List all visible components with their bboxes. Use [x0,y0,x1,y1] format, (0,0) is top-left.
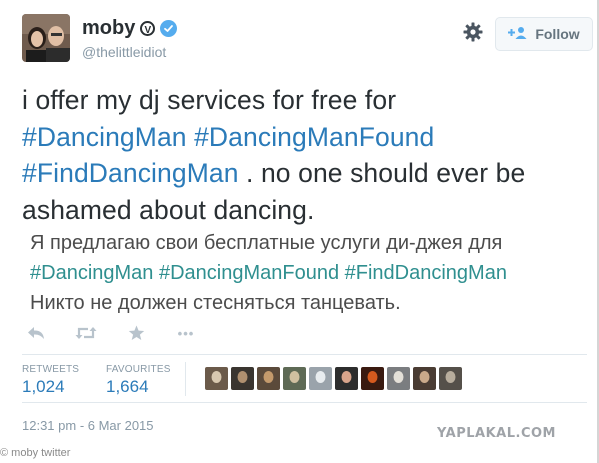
vegan-v-icon: V [140,21,156,36]
gear-icon[interactable] [462,21,484,43]
favouriter-avatar[interactable] [361,367,384,390]
user-handle[interactable]: @thelittleidiot [82,44,166,60]
retweet-icon[interactable] [75,324,97,342]
tweet-line-2: #DancingMan #DancingManFound [22,119,587,156]
favouriter-avatar[interactable] [283,367,306,390]
tweet-actions: ••• [25,324,225,342]
image-credit: © moby twitter [0,447,70,459]
tweet-line-4: ashamed about dancing. [22,194,315,225]
hashtag-link[interactable]: #DancingManFound [194,122,434,152]
follow-label: Follow [535,26,580,42]
hashtag-link[interactable]: #FindDancingMan [22,158,239,188]
divider [22,354,587,355]
russian-translation: Я предлагаю свои бесплатные услуги ди-дж… [30,228,590,318]
retweets-count[interactable]: 1,024 [22,377,65,397]
tweet-text: i offer my dj services for free for #Dan… [22,82,587,228]
favouriter-avatar[interactable] [413,367,436,390]
translation-line-3: Никто не должен стесняться танцевать. [30,292,401,314]
favouriter-avatar[interactable] [439,367,462,390]
favouriter-avatar[interactable] [387,367,410,390]
verified-icon [160,20,178,37]
favourites-label: FAVOURITES [106,364,171,375]
hashtag-link[interactable]: #DancingMan [22,122,187,152]
tweet-timestamp[interactable]: 12:31 pm - 6 Mar 2015 [22,418,154,433]
user-avatar[interactable] [22,14,70,62]
favouriter-avatar[interactable] [309,367,332,390]
retweets-label: RETWEETS [22,364,80,375]
favouriter-avatar[interactable] [205,367,228,390]
watermark: YAPLAKAL.COM [437,426,556,441]
credit-text: moby twitter [11,447,71,459]
add-user-icon [508,26,528,43]
favourites-count[interactable]: 1,664 [106,377,149,397]
divider [22,402,587,403]
favouriter-avatar[interactable] [231,367,254,390]
tweet-line-3: #FindDancingMan . no one should ever be [22,155,587,192]
more-options-icon[interactable]: ••• [175,324,197,342]
tweet-text-fragment: . no one should ever be [238,158,526,188]
name-row: moby V [82,17,178,40]
reply-icon[interactable] [25,324,47,342]
favourite-star-icon[interactable] [125,324,147,342]
translation-line-1: Я предлагаю свои бесплатные услуги ди-дж… [30,232,503,254]
favouriter-avatar[interactable] [257,367,280,390]
divider [185,362,186,396]
tweet-card: moby V @thelittleidiot Follow i offer my… [0,0,599,463]
copyright-icon: © [0,447,12,459]
display-name[interactable]: moby [82,17,135,40]
favouriter-avatars [205,367,462,390]
follow-button[interactable]: Follow [495,17,593,51]
translation-hashtags: #DancingMan #DancingManFound #FindDancin… [30,262,507,284]
tweet-line-1: i offer my dj services for free for [22,85,397,115]
favouriter-avatar[interactable] [335,367,358,390]
